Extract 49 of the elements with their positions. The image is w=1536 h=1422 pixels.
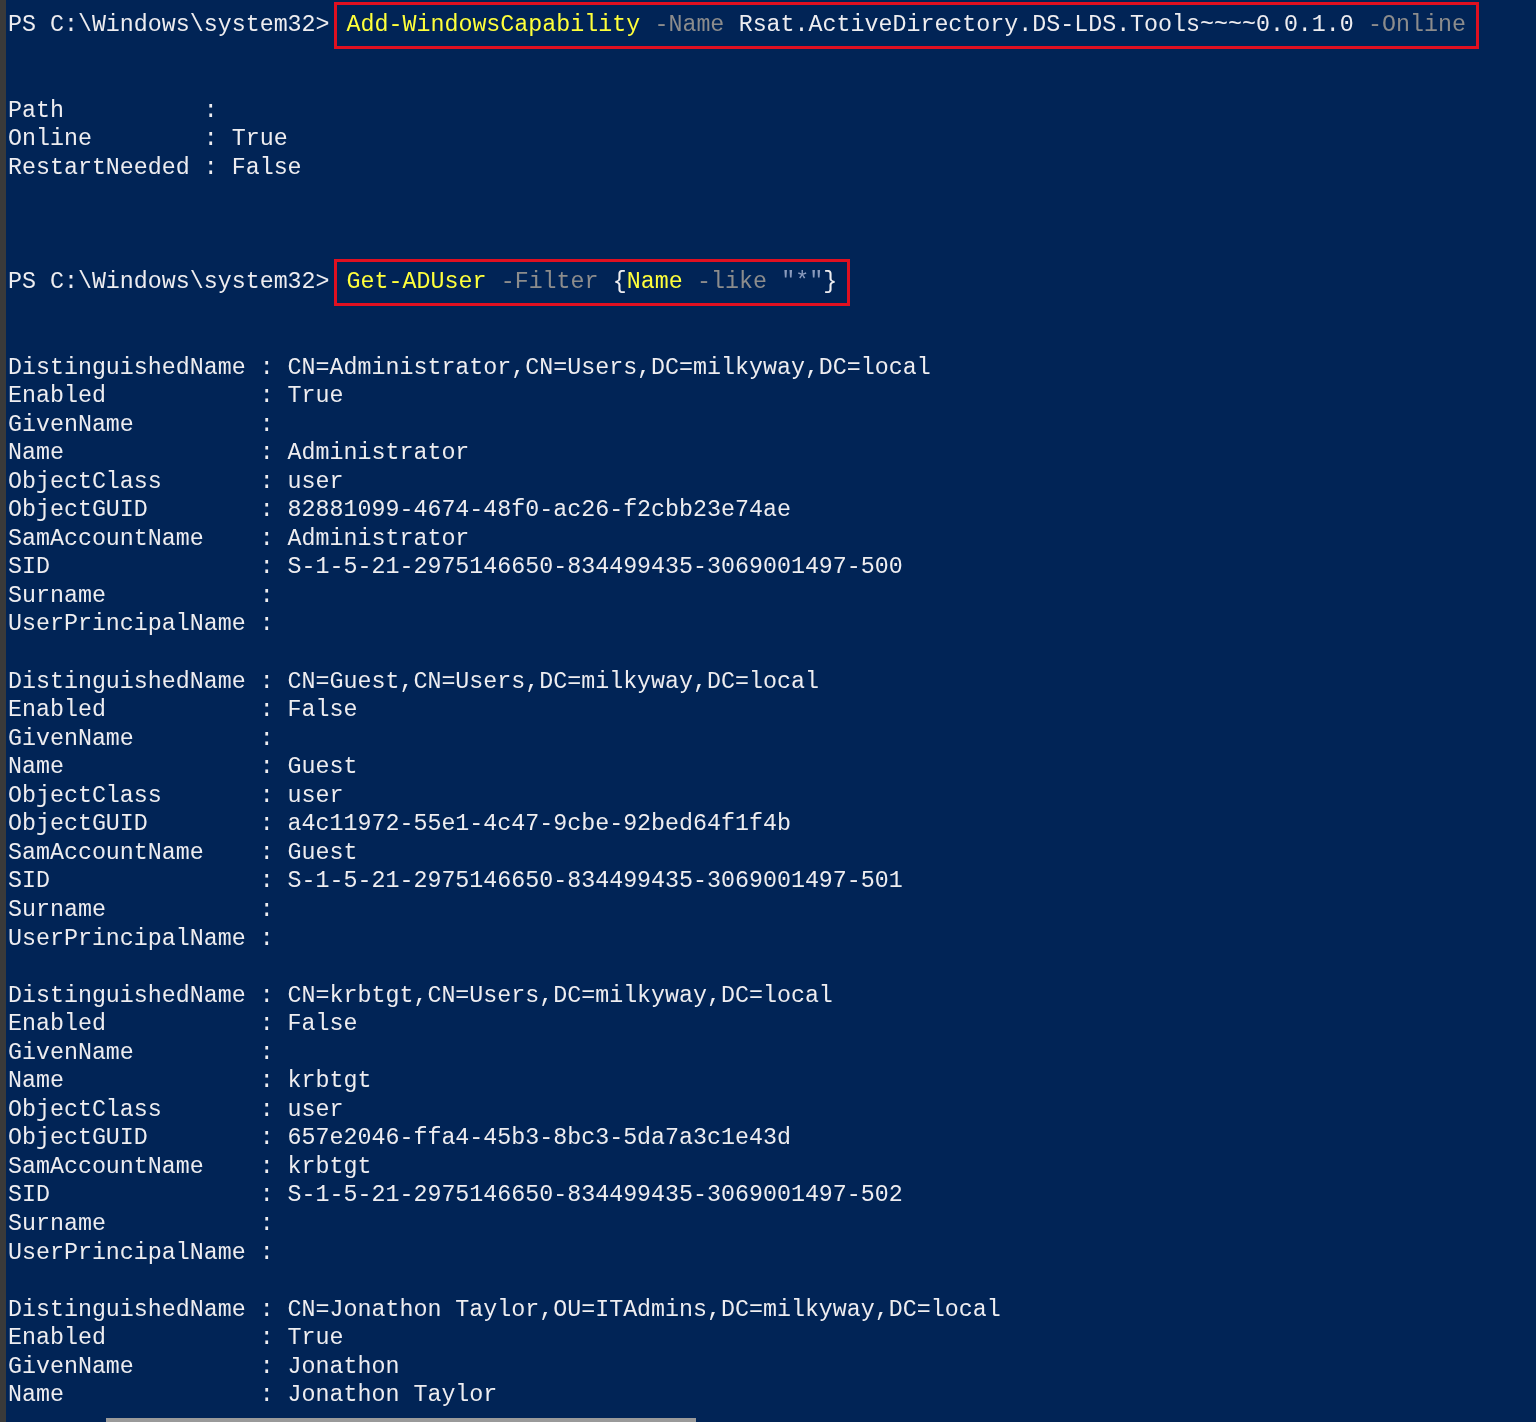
output-line: ObjectClass : user (8, 467, 344, 497)
command-text: {Name (612, 267, 683, 297)
output-line: Surname : (8, 581, 274, 611)
parameter-text: -Name (654, 11, 725, 40)
output-line: UserPrincipalName : (8, 1238, 274, 1268)
output-line: SID : S-1-5-21-2975146650-834499435-3069001497-502 (8, 1181, 903, 1210)
output-line: ObjectGUID : 82881099-4674-48f0-ac26-f2cbb23e74ae (8, 496, 791, 525)
output-line: SamAccountName : Guest (8, 838, 358, 868)
output-line: DistinguishedName : CN=Administrator,CN=Users,DC=milkyway,DC=local (8, 353, 931, 383)
output-line: SID : S-1-5-21-2975146650-834499435-3069001497-500 (8, 553, 903, 582)
prompt-text: PS C:\Windows\system32> (8, 267, 330, 297)
output-line: UserPrincipalName : (8, 610, 274, 640)
output-line: GivenName : (8, 410, 274, 440)
cmdlet-text: Add-WindowsCapability (346, 11, 641, 40)
output-line: ObjectGUID : 657e2046-ffa4-45b3-8bc3-5da7a3c1e43d (8, 1124, 791, 1153)
output-line: Online : True (8, 125, 288, 154)
output-line: Surname : (8, 895, 274, 925)
output-line: Path : (8, 96, 218, 126)
parameter-text: -like (697, 267, 767, 297)
output-line: UserPrincipalName : (8, 924, 274, 954)
output-line: ObjectClass : user (8, 781, 344, 811)
output-line: GivenName : Jonathon (8, 1352, 400, 1382)
cmdlet-text: Get-ADUser (346, 267, 487, 297)
output-line: Name : Jonathon Taylor (8, 1381, 498, 1410)
output-line: SID : S-1-5-21-2975146650-834499435-3069001497-501 (8, 867, 903, 896)
output-line: Name : Administrator (8, 439, 470, 468)
output-line: GivenName : (8, 724, 274, 754)
parameter-text: -Filter (500, 267, 599, 297)
output-line: DistinguishedName : CN=krbtgt,CN=Users,DC=milkyway,DC=local (8, 981, 833, 1011)
output-line: RestartNeeded : False (8, 153, 302, 183)
parameter-text: -Online (1368, 11, 1466, 40)
prompt-text: PS C:\Windows\system32> (8, 11, 330, 40)
output-line: DistinguishedName : CN=Jonathon Taylor,OU=ITAdmins,DC=milkyway,DC=local (8, 1295, 1001, 1325)
output-line: GivenName : (8, 1038, 274, 1068)
output-line: Surname : (8, 1209, 274, 1239)
argument-text: Rsat.ActiveDirectory.DS-LDS.Tools~~~~0.0.1.0 (738, 11, 1354, 40)
output-line: DistinguishedName : CN=Guest,CN=Users,DC=milkyway,DC=local (8, 667, 819, 697)
output-line: Enabled : False (8, 1010, 358, 1039)
output-line: Enabled : True (8, 382, 344, 411)
output-line: SamAccountName : Administrator (8, 524, 470, 554)
output-line: Enabled : True (8, 1324, 344, 1353)
output-line: Name : krbtgt (8, 1067, 372, 1096)
scrollbar[interactable] (106, 1418, 696, 1422)
output-line: ObjectGUID : a4c11972-55e1-4c47-9cbe-92bed64f1f4b (8, 810, 791, 839)
command-text: "*"} (781, 267, 838, 297)
output-line: Name : Guest (8, 753, 358, 782)
output-line: ObjectClass : user (8, 1095, 344, 1125)
output-line: SamAccountName : krbtgt (8, 1152, 372, 1182)
output-line: Enabled : False (8, 696, 358, 725)
